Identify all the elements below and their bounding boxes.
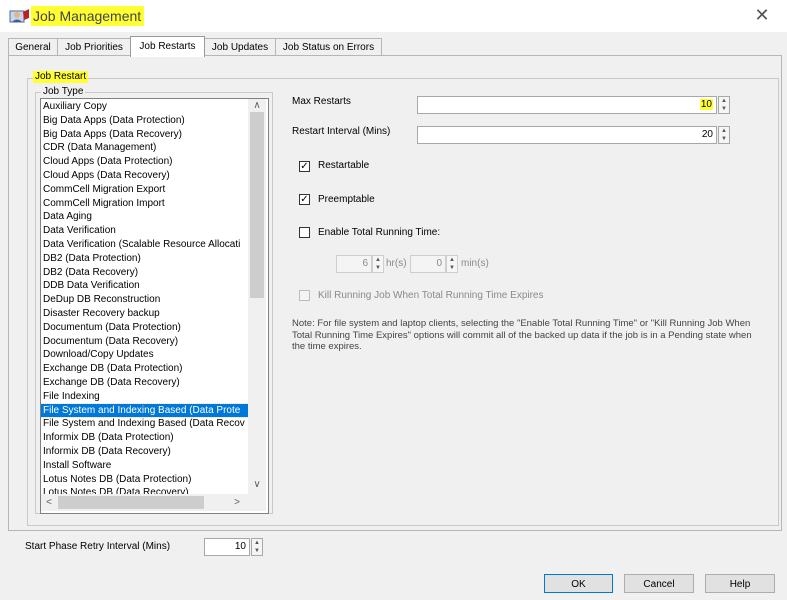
restart-interval-input[interactable]: 20 bbox=[417, 126, 717, 144]
job-type-list-item[interactable]: Cloud Apps (Data Protection) bbox=[41, 155, 249, 169]
job-type-list-item[interactable]: Cloud Apps (Data Recovery) bbox=[41, 169, 249, 183]
increment-icon[interactable]: ▲ bbox=[719, 97, 729, 105]
total-minutes-stepper[interactable]: ▲ ▼ bbox=[446, 255, 458, 273]
tab-job-updates[interactable]: Job Updates bbox=[204, 38, 276, 56]
scroll-down-icon[interactable]: ∨ bbox=[248, 478, 266, 492]
scrollbar-corner bbox=[248, 494, 266, 511]
total-minutes-input[interactable]: 0 bbox=[410, 255, 446, 273]
increment-icon[interactable]: ▲ bbox=[373, 256, 383, 264]
max-restarts-value: 10 bbox=[699, 99, 713, 110]
preemptable-label: Preemptable bbox=[318, 194, 375, 205]
job-type-label: Job Type bbox=[41, 86, 86, 98]
job-type-list-item[interactable]: File System and Indexing Based (Data Pro… bbox=[41, 402, 250, 419]
job-restart-group-label: Job Restart bbox=[33, 71, 89, 83]
horizontal-scroll-thumb[interactable] bbox=[58, 496, 204, 509]
cancel-button[interactable]: Cancel bbox=[624, 574, 694, 593]
preemptable-checkbox[interactable]: ✓ bbox=[299, 194, 310, 205]
restart-interval-stepper[interactable]: ▲ ▼ bbox=[718, 126, 730, 144]
restart-interval-label: Restart Interval (Mins) bbox=[292, 126, 391, 137]
increment-icon[interactable]: ▲ bbox=[252, 539, 262, 547]
window-title: Job Management bbox=[31, 6, 145, 26]
decrement-icon[interactable]: ▼ bbox=[719, 105, 729, 113]
job-type-list-item[interactable]: Big Data Apps (Data Protection) bbox=[41, 114, 249, 128]
enable-total-running-time-checkbox[interactable] bbox=[299, 227, 310, 238]
ok-button[interactable]: OK bbox=[544, 574, 613, 593]
decrement-icon[interactable]: ▼ bbox=[373, 264, 383, 272]
job-type-list-item[interactable]: File System and Indexing Based (Data Rec… bbox=[41, 417, 249, 431]
tab-job-restarts[interactable]: Job Restarts bbox=[130, 36, 205, 57]
total-hours-stepper[interactable]: ▲ ▼ bbox=[372, 255, 384, 273]
tab-general[interactable]: General bbox=[8, 38, 58, 56]
job-type-list-item[interactable]: Install Software bbox=[41, 459, 249, 473]
job-type-list-item[interactable]: DB2 (Data Recovery) bbox=[41, 266, 249, 280]
minutes-unit-label: min(s) bbox=[461, 258, 489, 269]
scroll-up-icon[interactable]: ∧ bbox=[248, 99, 266, 113]
job-type-list-item[interactable]: Data Aging bbox=[41, 210, 249, 224]
max-restarts-input[interactable]: 10 bbox=[417, 96, 717, 114]
job-type-list-item[interactable]: Auxiliary Copy bbox=[41, 100, 249, 114]
vertical-scroll-thumb[interactable] bbox=[250, 112, 264, 298]
job-type-list-item[interactable]: CDR (Data Management) bbox=[41, 141, 249, 155]
tab-job-status-on-errors[interactable]: Job Status on Errors bbox=[275, 38, 382, 56]
decrement-icon[interactable]: ▼ bbox=[447, 264, 457, 272]
start-phase-retry-label: Start Phase Retry Interval (Mins) bbox=[25, 541, 171, 552]
job-type-list-items: Auxiliary Copy Big Data Apps (Data Protec… bbox=[41, 100, 250, 500]
job-type-list-item[interactable]: CommCell Migration Export bbox=[41, 183, 249, 197]
kill-running-job-label: Kill Running Job When Total Running Time… bbox=[318, 290, 544, 301]
scroll-right-icon[interactable]: > bbox=[229, 496, 245, 510]
job-type-list-item[interactable]: Documentum (Data Recovery) bbox=[41, 335, 249, 349]
restartable-label: Restartable bbox=[318, 160, 370, 171]
start-phase-retry-stepper[interactable]: ▲ ▼ bbox=[251, 538, 263, 556]
job-type-list-item[interactable]: Lotus Notes DB (Data Protection) bbox=[41, 473, 249, 487]
job-type-list-item[interactable]: Exchange DB (Data Protection) bbox=[41, 362, 249, 376]
total-hours-input[interactable]: 6 bbox=[336, 255, 372, 273]
increment-icon[interactable]: ▲ bbox=[447, 256, 457, 264]
job-type-list-item[interactable]: Download/Copy Updates bbox=[41, 348, 249, 362]
note-text: Note: For file system and laptop clients… bbox=[292, 318, 752, 352]
scroll-left-icon[interactable]: < bbox=[41, 496, 57, 510]
hours-unit-label: hr(s) bbox=[386, 258, 407, 269]
enable-total-running-time-label: Enable Total Running Time: bbox=[318, 227, 441, 238]
job-type-list[interactable]: Auxiliary Copy Big Data Apps (Data Protec… bbox=[40, 98, 269, 514]
close-icon[interactable]: ✕ bbox=[752, 5, 772, 25]
job-type-list-item[interactable]: Big Data Apps (Data Recovery) bbox=[41, 128, 249, 142]
help-button[interactable]: Help bbox=[705, 574, 775, 593]
job-type-list-item[interactable]: Disaster Recovery backup bbox=[41, 307, 249, 321]
decrement-icon[interactable]: ▼ bbox=[252, 547, 262, 555]
max-restarts-label: Max Restarts bbox=[292, 96, 351, 107]
job-type-list-item[interactable]: CommCell Migration Import bbox=[41, 197, 249, 211]
increment-icon[interactable]: ▲ bbox=[719, 127, 729, 135]
decrement-icon[interactable]: ▼ bbox=[719, 135, 729, 143]
start-phase-retry-input[interactable]: 10 bbox=[204, 538, 250, 556]
max-restarts-stepper[interactable]: ▲ ▼ bbox=[718, 96, 730, 114]
job-type-list-item[interactable]: DB2 (Data Protection) bbox=[41, 252, 249, 266]
job-type-list-item[interactable]: DeDup DB Reconstruction bbox=[41, 293, 249, 307]
kill-running-job-checkbox[interactable] bbox=[299, 290, 310, 301]
job-type-list-item[interactable]: Data Verification (Scalable Resource All… bbox=[41, 238, 249, 252]
tab-job-priorities[interactable]: Job Priorities bbox=[57, 38, 131, 56]
job-type-list-item[interactable]: File Indexing bbox=[41, 390, 249, 404]
restartable-checkbox[interactable]: ✓ bbox=[299, 161, 310, 172]
job-type-list-item[interactable]: Informix DB (Data Protection) bbox=[41, 431, 249, 445]
job-type-list-item[interactable]: Exchange DB (Data Recovery) bbox=[41, 376, 249, 390]
job-type-list-item[interactable]: DDB Data Verification bbox=[41, 279, 249, 293]
job-type-list-item[interactable]: Informix DB (Data Recovery) bbox=[41, 445, 249, 459]
job-management-icon bbox=[9, 8, 31, 24]
job-type-list-item[interactable]: Documentum (Data Protection) bbox=[41, 321, 249, 335]
job-type-list-item[interactable]: Data Verification bbox=[41, 224, 249, 238]
